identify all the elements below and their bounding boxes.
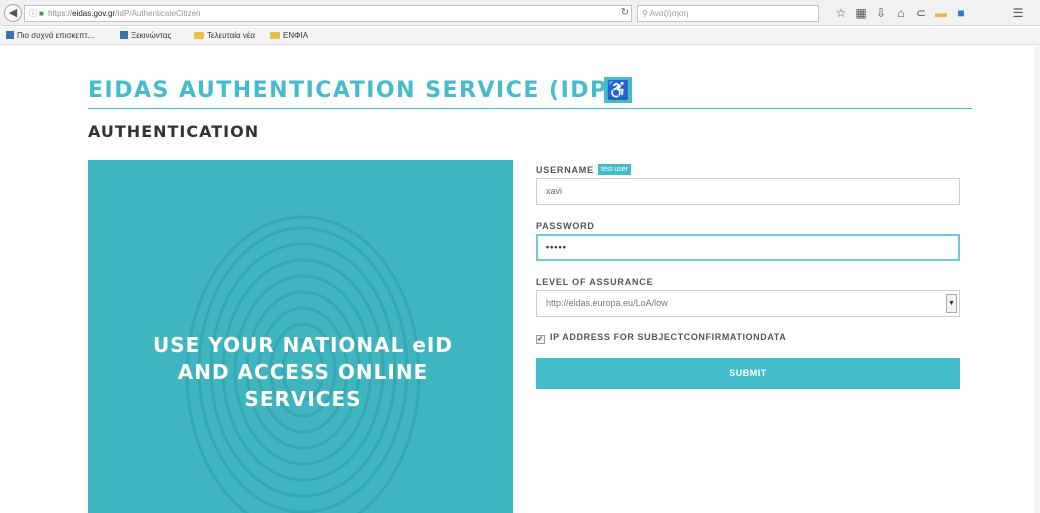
download-icon[interactable]: ⇩ bbox=[873, 4, 889, 22]
header: EIDAS AUTHENTICATION SERVICE (IDP) ♿ bbox=[88, 76, 972, 109]
bookmark-label: Πιο συχνά επισκεπτ... bbox=[17, 31, 95, 40]
bookmark-icon bbox=[6, 31, 14, 39]
ip-address-option: ✓ IP ADDRESS FOR SUBJECTCONFIRMATIONDATA bbox=[536, 332, 786, 344]
bookmark-item[interactable]: Τελευταία νέα bbox=[194, 27, 255, 45]
hero-banner: USE YOUR NATIONAL eID AND ACCESS ONLINE … bbox=[88, 160, 513, 513]
password-field[interactable]: ••••• bbox=[536, 234, 960, 261]
lock-icon: ■ bbox=[39, 9, 44, 18]
password-label: PASSWORD bbox=[536, 221, 595, 231]
accessibility-icon[interactable]: ♿ bbox=[604, 77, 632, 103]
bookmark-item[interactable]: Πιο συχνά επισκεπτ... bbox=[6, 27, 94, 45]
search-icon: ⚲ bbox=[642, 9, 648, 18]
loa-select-value: http://eidas.europa.eu/LoA/low bbox=[546, 298, 668, 308]
search-input[interactable]: ⚲ Αναζήτηση bbox=[637, 5, 819, 22]
ip-address-checkbox[interactable]: ✓ bbox=[536, 335, 545, 344]
highlighter-icon[interactable]: ▬ bbox=[933, 4, 949, 22]
loa-label: LEVEL OF ASSURANCE bbox=[536, 277, 654, 287]
bookmarks-bar: Πιο συχνά επισκεπτ... Ξεκινώντας Τελευτα… bbox=[0, 27, 1040, 45]
ip-address-label: IP ADDRESS FOR SUBJECTCONFIRMATIONDATA bbox=[550, 332, 787, 342]
menu-icon[interactable]: ☰ bbox=[1010, 4, 1026, 22]
bookmark-label: Τελευταία νέα bbox=[207, 31, 256, 40]
reload-icon[interactable]: ↻ bbox=[618, 5, 632, 20]
submit-button[interactable]: SUBMIT bbox=[536, 358, 960, 389]
extension-icon[interactable]: ■ bbox=[953, 4, 969, 22]
page-title: EIDAS AUTHENTICATION SERVICE (IDP) bbox=[88, 78, 620, 103]
bookmark-label: ΕΝΦΙΑ bbox=[283, 31, 309, 40]
url-path: /IdP/AuthenticateCitizen bbox=[115, 9, 201, 18]
hero-text: USE YOUR NATIONAL eID AND ACCESS ONLINE … bbox=[118, 332, 488, 413]
address-bar[interactable]: ⓘ ■ https://eidas.gov.gr/IdP/Authenticate… bbox=[24, 5, 632, 22]
browser-toolbar: ◀ ⓘ ■ https://eidas.gov.gr/IdP/Authentica… bbox=[0, 0, 1040, 26]
folder-icon bbox=[194, 32, 204, 39]
bookmark-item[interactable]: Ξεκινώντας bbox=[120, 27, 171, 45]
url-host: eidas.gov.gr bbox=[72, 9, 116, 18]
test-user-badge: test user bbox=[598, 164, 631, 175]
scrollbar[interactable] bbox=[1034, 46, 1040, 513]
bookmark-label: Ξεκινώντας bbox=[131, 31, 172, 40]
hero-line: USE YOUR NATIONAL eID bbox=[153, 333, 453, 357]
folder-icon bbox=[270, 32, 280, 39]
section-title: AUTHENTICATION bbox=[88, 122, 260, 141]
bookmark-item[interactable]: ΕΝΦΙΑ bbox=[270, 27, 308, 45]
bookmark-icon bbox=[120, 31, 128, 39]
username-field[interactable]: xavi bbox=[536, 178, 960, 205]
reading-list-icon[interactable]: ▦ bbox=[853, 4, 869, 22]
hero-line: SERVICES bbox=[244, 387, 362, 411]
pocket-icon[interactable]: ⊂ bbox=[913, 4, 929, 22]
chevron-down-icon[interactable]: ▼ bbox=[946, 294, 957, 313]
back-arrow-icon[interactable]: ◀ bbox=[4, 4, 22, 22]
hero-line: AND ACCESS ONLINE bbox=[177, 360, 429, 384]
search-placeholder: Αναζήτηση bbox=[649, 9, 689, 18]
info-icon[interactable]: ⓘ bbox=[29, 9, 37, 18]
loa-select[interactable]: http://eidas.europa.eu/LoA/low ▼ bbox=[536, 290, 960, 317]
home-icon[interactable]: ⌂ bbox=[893, 4, 909, 22]
url-scheme: https:// bbox=[48, 9, 73, 18]
bookmark-star-icon[interactable]: ☆ bbox=[833, 4, 849, 22]
username-label: USERNAME bbox=[536, 165, 594, 175]
